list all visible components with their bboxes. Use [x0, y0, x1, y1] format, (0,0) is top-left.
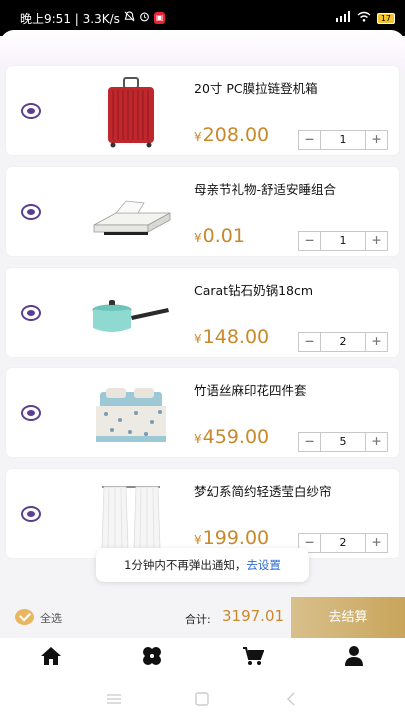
- status-left: 晚上9:51 | 3.3K/s ▣: [20, 10, 335, 27]
- decrement-button[interactable]: −: [299, 131, 321, 149]
- checkout-button[interactable]: 去结算: [291, 597, 405, 638]
- back-icon[interactable]: [281, 689, 301, 709]
- wifi-icon: [357, 11, 371, 25]
- bedsheet-set-icon[interactable]: [86, 378, 176, 450]
- category-icon: [141, 646, 163, 670]
- quantity-value[interactable]: 2: [321, 534, 365, 552]
- item-price: ¥0.01: [194, 225, 245, 247]
- cart-icon: [242, 646, 265, 670]
- toast-settings-link[interactable]: 去设置: [246, 558, 281, 572]
- item-price: ¥199.00: [194, 527, 270, 549]
- increment-button[interactable]: +: [365, 333, 387, 351]
- saucepan-icon[interactable]: [86, 278, 176, 350]
- alarm-icon: [139, 11, 150, 25]
- quantity-stepper: − 5 +: [298, 432, 388, 452]
- quantity-value[interactable]: 5: [321, 433, 365, 451]
- curtain-icon[interactable]: [86, 479, 176, 551]
- notification-toast: 1分钟内不再弹出通知，去设置: [96, 548, 309, 582]
- quantity-stepper: − 1 +: [298, 130, 388, 150]
- system-nav-bar: [0, 678, 405, 720]
- decrement-button[interactable]: −: [299, 433, 321, 451]
- item-price: ¥208.00: [194, 124, 270, 146]
- select-all-label[interactable]: 全选: [40, 610, 62, 626]
- tab-cart[interactable]: [203, 638, 304, 678]
- decrement-button[interactable]: −: [299, 232, 321, 250]
- bedding-icon[interactable]: [86, 177, 176, 249]
- item-title[interactable]: 母亲节礼物-舒适安睡组合: [194, 179, 336, 198]
- menu-icon[interactable]: [104, 689, 124, 709]
- cart-item: 梦幻系简约轻透莹白纱帘 ¥199.00 − 2 +: [6, 469, 399, 558]
- mute-icon: [124, 11, 135, 25]
- item-select-radio[interactable]: [21, 305, 41, 321]
- item-select-radio[interactable]: [21, 204, 41, 220]
- item-title[interactable]: 梦幻系简约轻透莹白纱帘: [194, 481, 332, 500]
- tab-profile[interactable]: [304, 638, 405, 678]
- profile-icon: [343, 646, 365, 670]
- status-time: 晚上9:51 | 3.3K/s: [20, 11, 120, 26]
- item-title[interactable]: 20寸 PC膜拉链登机箱: [194, 78, 318, 97]
- checkout-bar: 全选 合计: 3197.01 去结算: [0, 597, 405, 638]
- bottom-tab-bar: [0, 638, 405, 678]
- quantity-stepper: − 2 +: [298, 332, 388, 352]
- quantity-stepper: − 1 +: [298, 231, 388, 251]
- item-title[interactable]: 竹语丝麻印花四件套: [194, 380, 307, 399]
- select-all-checkbox[interactable]: [15, 609, 34, 625]
- sheet-top: [0, 30, 405, 70]
- item-select-radio[interactable]: [21, 405, 41, 421]
- quantity-value[interactable]: 1: [321, 232, 365, 250]
- total-label: 合计:: [185, 613, 211, 626]
- toast-text: 1分钟内不再弹出通知，: [124, 558, 247, 572]
- quantity-value[interactable]: 1: [321, 131, 365, 149]
- item-title[interactable]: Carat钻石奶锅18cm: [194, 280, 313, 299]
- tab-category[interactable]: [101, 638, 202, 678]
- increment-button[interactable]: +: [365, 433, 387, 451]
- cart-item: Carat钻石奶锅18cm ¥148.00 − 2 +: [6, 268, 399, 357]
- signal-icon: [335, 11, 351, 25]
- tab-home[interactable]: [0, 638, 101, 678]
- item-price: ¥459.00: [194, 426, 270, 448]
- item-select-radio[interactable]: [21, 506, 41, 522]
- decrement-button[interactable]: −: [299, 333, 321, 351]
- luggage-icon[interactable]: [86, 76, 176, 148]
- battery-icon: 17: [376, 12, 395, 24]
- total-value: 3197.01: [222, 607, 285, 625]
- status-right: 17: [335, 11, 395, 25]
- increment-button[interactable]: +: [365, 131, 387, 149]
- home-square-icon[interactable]: [192, 689, 212, 709]
- item-select-radio[interactable]: [21, 103, 41, 119]
- quantity-stepper: − 2 +: [298, 533, 388, 553]
- cart-item: 竹语丝麻印花四件套 ¥459.00 − 5 +: [6, 368, 399, 457]
- item-price: ¥148.00: [194, 326, 270, 348]
- cart-item: 母亲节礼物-舒适安睡组合 ¥0.01 − 1 +: [6, 167, 399, 256]
- quantity-value[interactable]: 2: [321, 333, 365, 351]
- increment-button[interactable]: +: [365, 232, 387, 250]
- increment-button[interactable]: +: [365, 534, 387, 552]
- cart-item: 20寸 PC膜拉链登机箱 ¥208.00 − 1 +: [6, 66, 399, 155]
- home-icon: [40, 646, 62, 670]
- app-notification-icon: ▣: [153, 12, 166, 24]
